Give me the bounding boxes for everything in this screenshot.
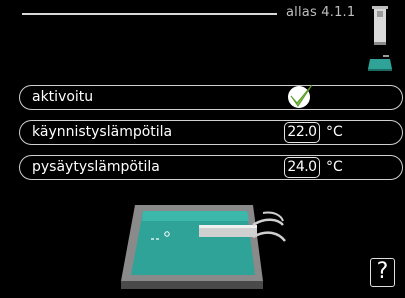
pool-mini-icon	[368, 55, 392, 71]
pool-illustration	[121, 205, 286, 289]
setting-row-activated[interactable]: aktivoitu	[19, 84, 403, 110]
checkmark-icon[interactable]	[285, 81, 317, 111]
setting-label-stop-temp: pysäytyslämpötila	[32, 159, 160, 175]
setting-label-start-temp: käynnistyslämpötila	[32, 124, 173, 140]
setting-row-start-temp[interactable]: käynnistyslämpötila 22.0 °C	[19, 120, 403, 145]
stop-temp-value[interactable]: 24.0	[284, 157, 320, 178]
help-button[interactable]: ?	[370, 258, 395, 287]
setting-row-stop-temp[interactable]: pysäytyslämpötila 24.0 °C	[19, 155, 403, 180]
start-temp-unit: °C	[326, 124, 343, 140]
start-temp-value[interactable]: 22.0	[284, 122, 320, 143]
heat-pump-unit-icon	[372, 6, 388, 45]
header-divider	[22, 13, 277, 15]
page-title: allas 4.1.1	[286, 5, 356, 20]
pool-settings-screen: allas 4.1.1 aktivoitu käynnistyslämpötil…	[0, 0, 405, 298]
setting-label-activated: aktivoitu	[32, 89, 94, 105]
stop-temp-unit: °C	[326, 159, 343, 175]
